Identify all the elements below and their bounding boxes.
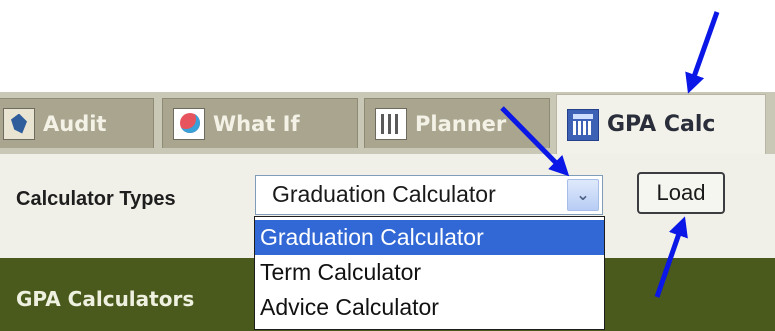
arrow-to-load-button <box>654 216 688 298</box>
arrow-to-gpa-calc-tab <box>685 11 720 94</box>
annotation-arrows <box>500 11 720 298</box>
arrow-to-dropdown-button <box>500 106 570 177</box>
